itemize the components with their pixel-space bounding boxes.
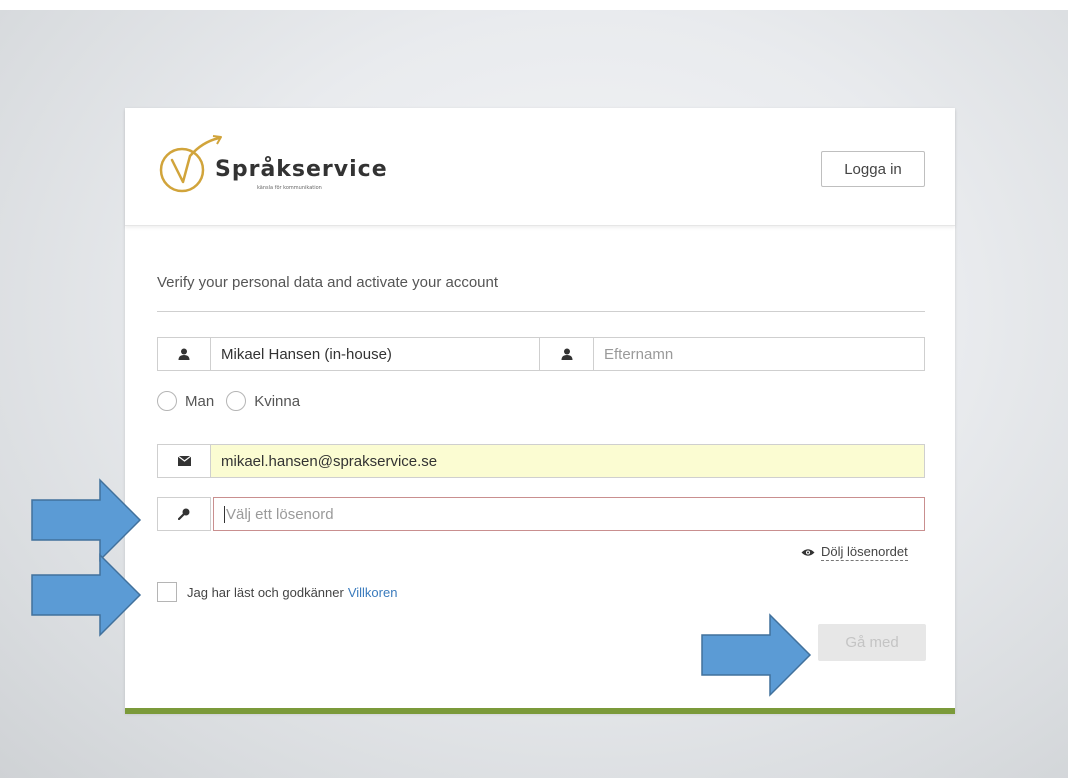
terms-link[interactable]: Villkoren	[348, 585, 398, 600]
card-header: Språkservice känsla för kommunikation Lo…	[125, 108, 955, 226]
terms-checkbox[interactable]	[157, 582, 177, 602]
password-field[interactable]: Välj ett lösenord	[213, 497, 925, 531]
user-icon	[178, 348, 190, 360]
screenshot-frame	[0, 0, 1068, 10]
first-name-field[interactable]: Mikael Hansen (in-house)	[211, 337, 540, 371]
gender-radio-kvinna[interactable]	[226, 391, 247, 411]
name-row: Mikael Hansen (in-house) Efternamn	[157, 337, 925, 371]
envelope-icon	[177, 456, 191, 466]
signup-card: Språkservice känsla för kommunikation Lo…	[125, 108, 955, 713]
gender-label-man: Man	[185, 392, 215, 410]
email-field[interactable]: mikael.hansen@sprakservice.se	[211, 444, 925, 478]
annotation-arrow-password	[31, 478, 142, 562]
logo: Språkservice känsla för kommunikation	[157, 134, 387, 198]
password-row: Välj ett lösenord	[157, 497, 925, 531]
form-subtitle: Verify your personal data and activate y…	[157, 274, 499, 291]
eye-icon	[801, 549, 815, 556]
brand-name: Språkservice	[215, 157, 388, 182]
annotation-arrow-terms	[31, 553, 142, 637]
gender-label-kvinna: Kvinna	[254, 392, 301, 410]
key-icon	[178, 508, 190, 520]
gender-radio-group: Man Kvinna	[157, 391, 312, 411]
last-name-addon	[540, 337, 594, 371]
card-bottom-accent	[125, 708, 955, 714]
terms-text: Jag har läst och godkänner	[187, 584, 344, 600]
hide-password-label: Dölj lösenordet	[821, 544, 908, 561]
annotation-arrow-join	[701, 613, 812, 697]
last-name-field[interactable]: Efternamn	[594, 337, 925, 371]
email-row: mikael.hansen@sprakservice.se	[157, 444, 925, 478]
login-button[interactable]: Logga in	[821, 151, 925, 187]
text-caret	[224, 505, 225, 523]
password-placeholder: Välj ett lösenord	[226, 505, 334, 523]
brand-tagline: känsla för kommunikation	[257, 185, 322, 191]
email-addon	[157, 444, 211, 478]
first-name-addon	[157, 337, 211, 371]
user-icon	[561, 348, 572, 360]
password-addon	[157, 497, 211, 531]
hide-password-toggle[interactable]: Dölj lösenordet	[801, 544, 908, 561]
terms-row: Jag har läst och godkänner Villkoren	[157, 582, 397, 602]
divider	[157, 311, 925, 312]
gender-radio-man[interactable]	[157, 391, 177, 411]
last-name-placeholder: Efternamn	[604, 345, 674, 363]
join-button[interactable]: Gå med	[818, 624, 926, 661]
